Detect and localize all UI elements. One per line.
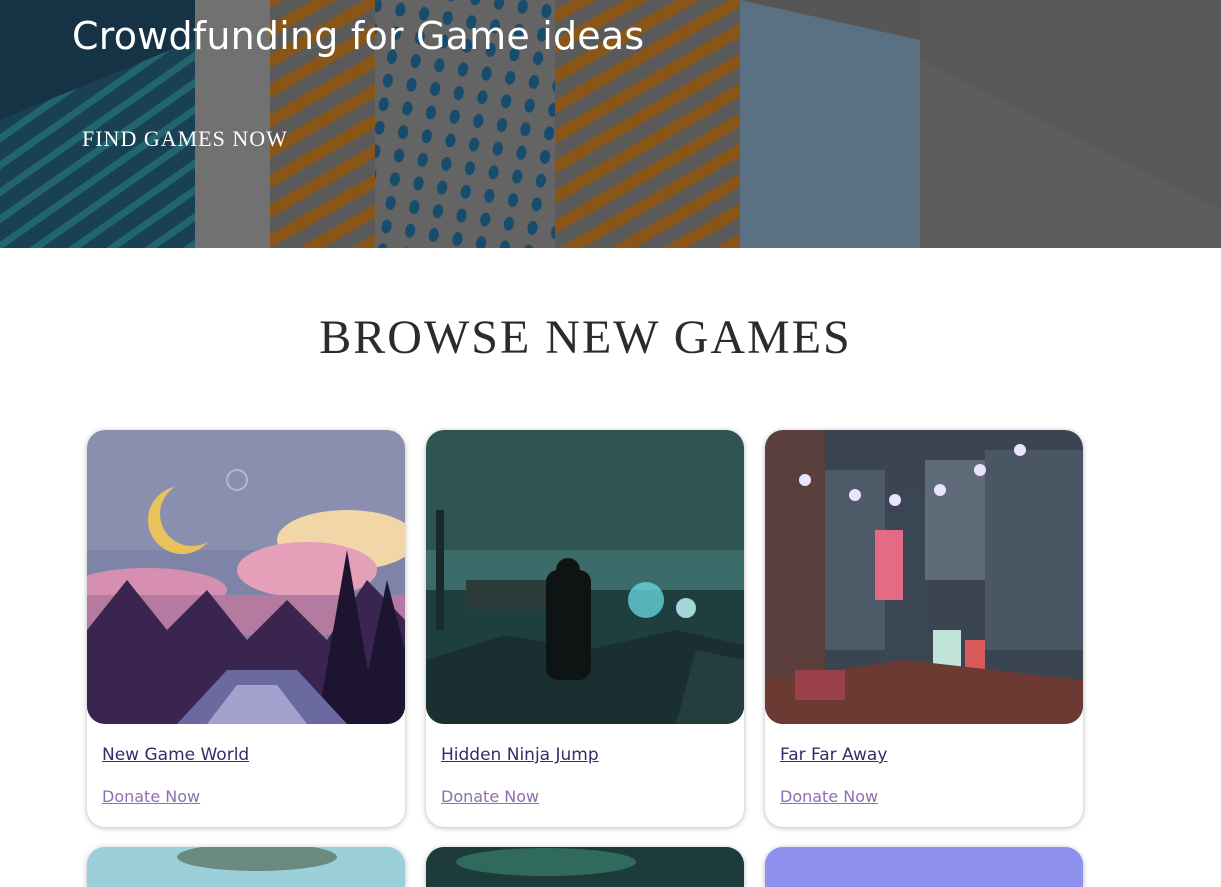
game-card[interactable]: Hidden Ninja Jump Donate Now <box>426 430 744 827</box>
game-card[interactable]: Far Far Away Donate Now <box>765 430 1083 827</box>
game-title-link[interactable]: New Game World <box>102 745 249 765</box>
game-card[interactable] <box>87 847 405 887</box>
game-title-link[interactable]: Far Far Away <box>780 745 887 765</box>
game-card[interactable] <box>765 847 1083 887</box>
game-thumbnail-image[interactable] <box>765 430 1083 724</box>
game-card[interactable] <box>426 847 744 887</box>
section-title: BROWSE NEW GAMES <box>319 311 852 364</box>
game-thumbnail-image[interactable] <box>87 430 405 724</box>
game-thumbnail-image[interactable] <box>426 430 744 724</box>
donate-now-link[interactable]: Donate Now <box>441 787 539 806</box>
donate-now-link[interactable]: Donate Now <box>780 787 878 806</box>
find-games-button[interactable]: FIND GAMES NOW <box>72 118 298 160</box>
hero-banner: Crowdfunding for Game ideas FIND GAMES N… <box>0 0 1221 248</box>
game-title-link[interactable]: Hidden Ninja Jump <box>441 745 599 765</box>
donate-now-link[interactable]: Donate Now <box>102 787 200 806</box>
game-card[interactable]: New Game World Donate Now <box>87 430 405 827</box>
hero-title: Crowdfunding for Game ideas <box>72 14 645 58</box>
